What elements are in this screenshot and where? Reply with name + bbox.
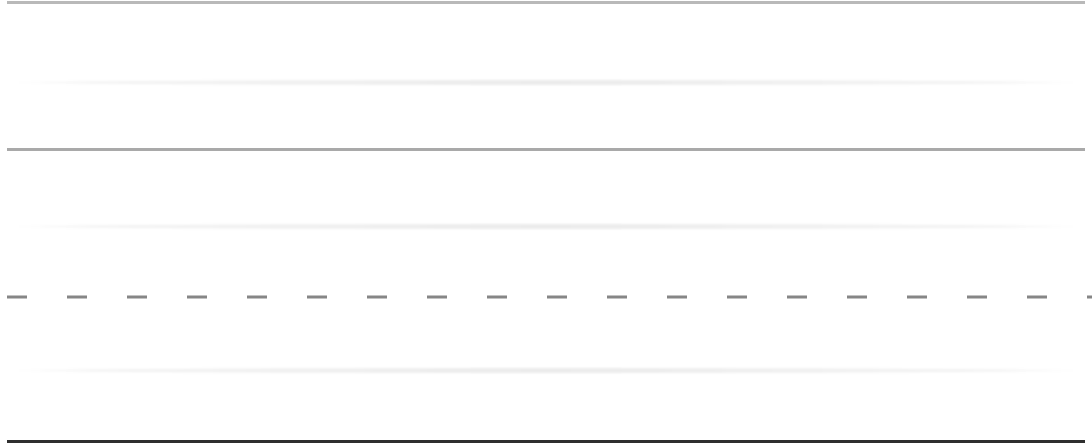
divider-faded-1: [7, 80, 1085, 85]
divider-solid-bottom: [7, 440, 1085, 443]
divider-solid-top: [7, 1, 1085, 4]
divider-solid-middle: [7, 148, 1085, 151]
divider-faded-2: [7, 224, 1085, 229]
divider-faded-3: [7, 368, 1085, 373]
divider-dashed: [0, 295, 1092, 299]
